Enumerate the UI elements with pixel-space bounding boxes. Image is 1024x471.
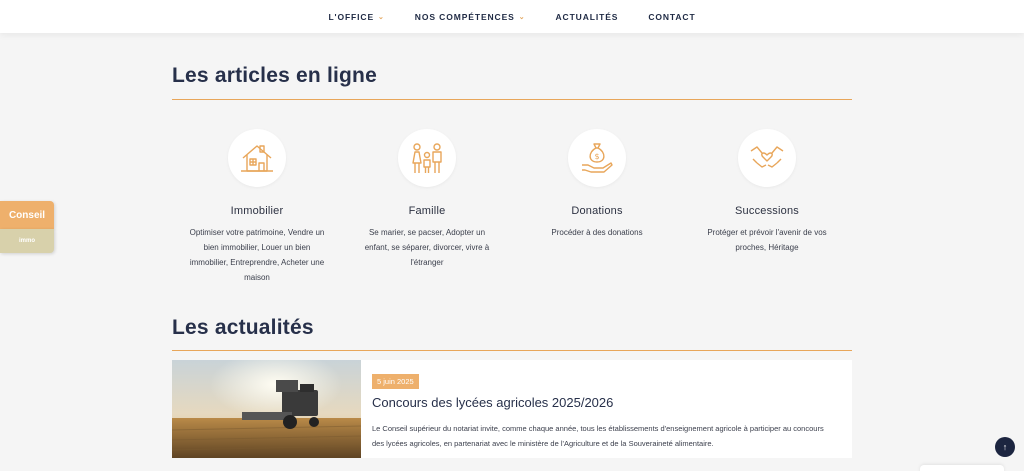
- nav-item-competences[interactable]: NOS COMPÉTENCES ⌄: [415, 12, 526, 22]
- nav-item-label: ACTUALITÉS: [555, 11, 619, 22]
- conseil-immo-tab[interactable]: Conseil: [0, 201, 54, 229]
- money-bag-hand-icon: $: [582, 143, 613, 173]
- nav-item-label: NOS COMPÉTENCES: [414, 11, 515, 22]
- card-description: Optimiser votre patrimoine, Vendre un bi…: [189, 228, 325, 282]
- card-description: Protéger et prévoir l'avenir de vos proc…: [707, 228, 827, 252]
- card-title: Immobilier: [230, 205, 284, 217]
- main-navigation: L'OFFICE ⌄ NOS COMPÉTENCES ⌄ ACTUALITÉS …: [0, 0, 1024, 33]
- article-card-successions[interactable]: Successions Protéger et prévoir l'avenir…: [699, 129, 835, 255]
- card-description: Se marier, se pacser, Adopter un enfant,…: [364, 228, 490, 267]
- nav-item-label: CONTACT: [648, 11, 696, 22]
- nav-item-contact[interactable]: CONTACT: [648, 12, 695, 22]
- news-image-illustration: [172, 360, 361, 458]
- immo-label: immo: [18, 238, 35, 244]
- icon-circle: [738, 129, 796, 187]
- article-card-immobilier[interactable]: Immobilier Optimiser votre patrimoine, V…: [189, 129, 325, 285]
- chevron-down-icon: ⌄: [378, 13, 385, 21]
- arrow-up-icon: ↑: [1002, 442, 1008, 452]
- card-title: Successions: [735, 205, 799, 217]
- news-body: 5 juin 2025 Concours des lycées agricole…: [361, 360, 852, 458]
- svg-text:$: $: [594, 152, 599, 161]
- article-card-donations[interactable]: $ Donations Procéder à des donations: [529, 129, 665, 240]
- section-divider: [172, 350, 852, 351]
- icon-circle: $: [568, 129, 626, 187]
- news-title[interactable]: Concours des lycées agricoles 2025/2026: [372, 395, 852, 410]
- family-icon: [412, 143, 442, 173]
- news-excerpt: Le Conseil supérieur du notariat invite,…: [372, 424, 824, 448]
- articles-section-title: Les articles en ligne: [172, 64, 377, 87]
- icon-circle: [398, 129, 456, 187]
- nav-item-label: L'OFFICE: [328, 11, 375, 22]
- nav-item-office[interactable]: L'OFFICE ⌄: [328, 12, 384, 22]
- back-to-top-button[interactable]: ↑: [995, 437, 1015, 457]
- nav-item-actualites[interactable]: ACTUALITÉS: [556, 12, 619, 22]
- news-card[interactable]: 5 juin 2025 Concours des lycées agricole…: [172, 360, 852, 458]
- immo-tab[interactable]: immo: [0, 229, 54, 253]
- house-icon: [241, 145, 273, 172]
- card-description: Procéder à des donations: [551, 228, 643, 237]
- card-title: Donations: [571, 205, 623, 217]
- chevron-down-icon: ⌄: [518, 13, 526, 21]
- card-title: Famille: [408, 205, 446, 217]
- news-section-title: Les actualités: [172, 316, 314, 339]
- article-card-famille[interactable]: Famille Se marier, se pacser, Adopter un…: [359, 129, 495, 270]
- date-badge: 5 juin 2025: [372, 374, 419, 389]
- icon-circle: [228, 129, 286, 187]
- section-divider: [172, 99, 852, 100]
- handshake-heart-icon: [750, 146, 784, 168]
- corner-widget[interactable]: [920, 465, 1004, 471]
- conseil-label: Conseil: [8, 209, 46, 221]
- combine-harvester-photo[interactable]: [172, 360, 361, 458]
